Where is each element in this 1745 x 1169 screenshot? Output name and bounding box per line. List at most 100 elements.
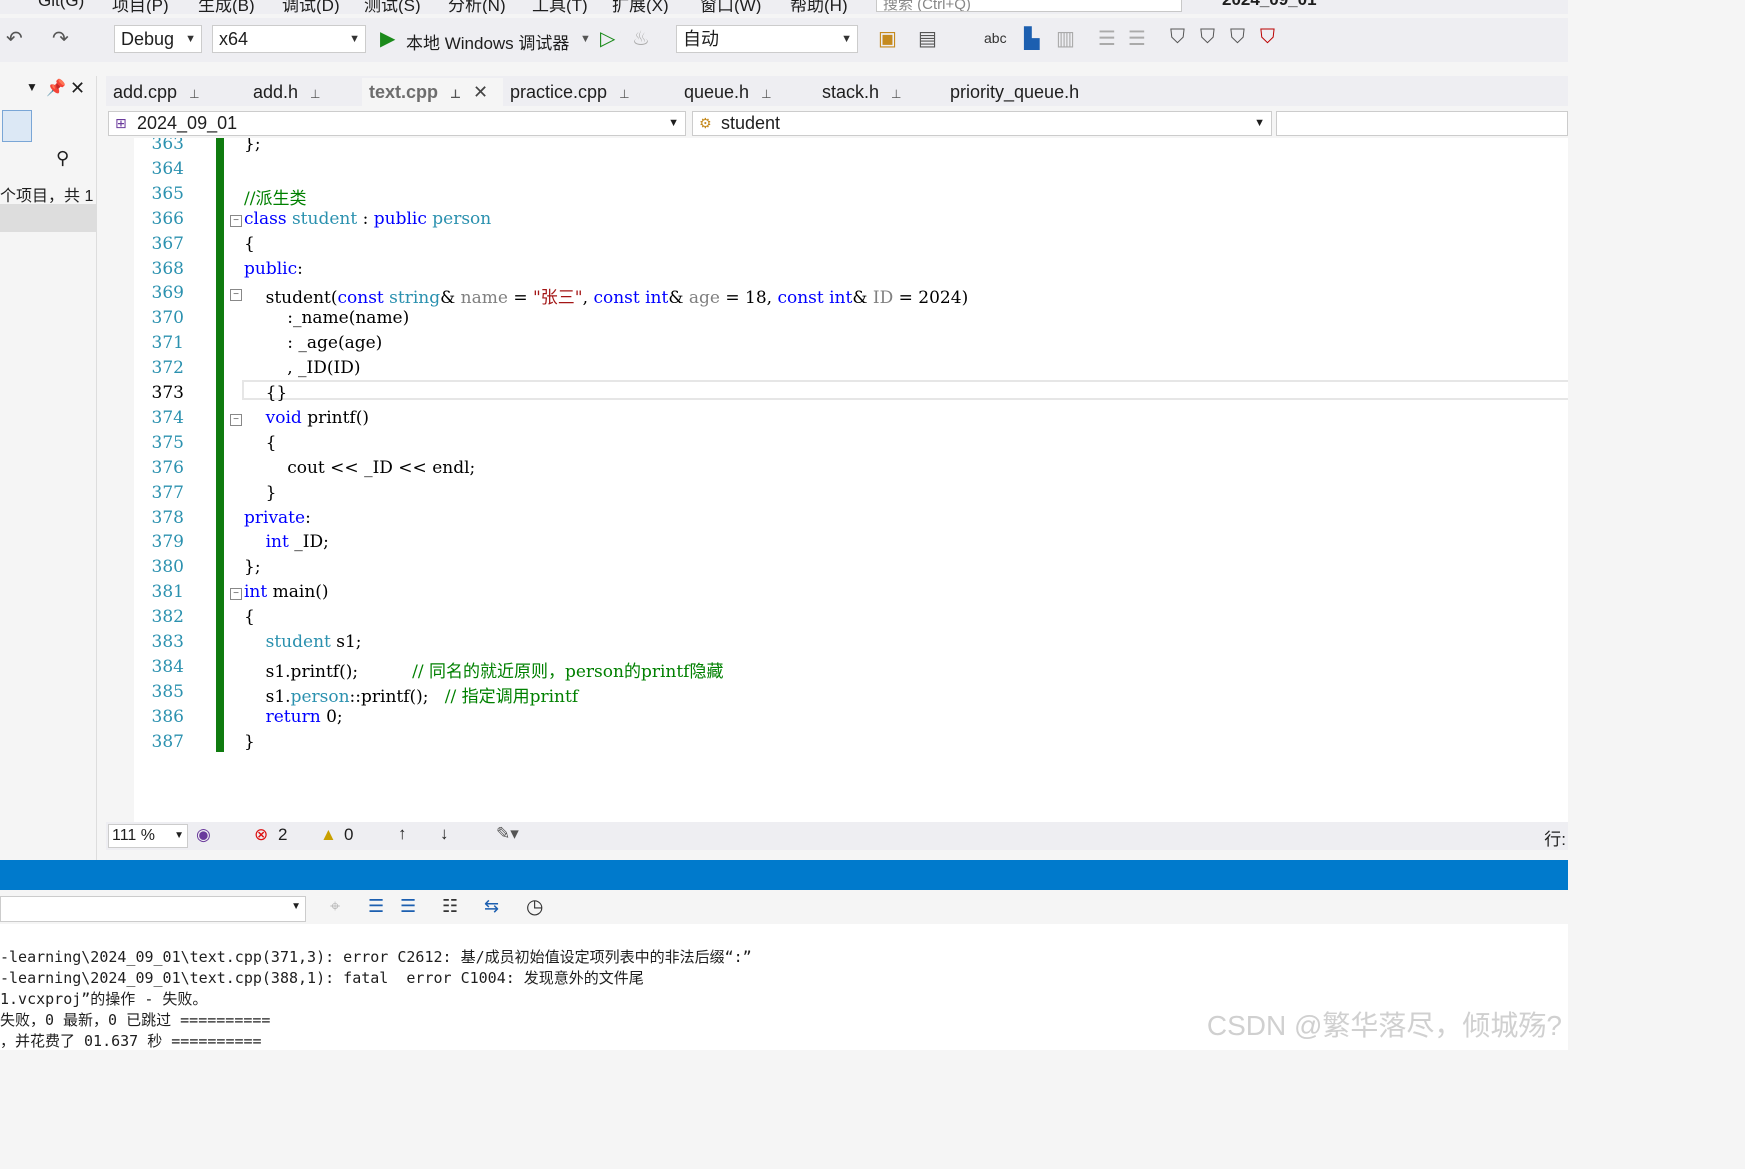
run-icon[interactable]: ▶ bbox=[380, 26, 395, 51]
pin-icon[interactable]: ⊥ bbox=[761, 87, 771, 101]
panel-menu-icon[interactable]: ▼ bbox=[26, 80, 38, 94]
menu-item[interactable]: 分析(N) bbox=[448, 0, 506, 14]
code-line[interactable]: }; bbox=[244, 557, 261, 577]
code-line[interactable]: : _age(age) bbox=[244, 333, 382, 353]
code-line[interactable]: {} bbox=[244, 383, 288, 403]
code-line[interactable]: }; bbox=[244, 138, 261, 154]
collapse-icon[interactable]: − bbox=[230, 588, 242, 601]
menu-item[interactable]: 帮助(H) bbox=[790, 0, 848, 14]
code-line[interactable]: class student : public person bbox=[244, 209, 491, 229]
bookmark-prev-icon[interactable]: ⛉ bbox=[1200, 26, 1215, 49]
code-line[interactable]: :_name(name) bbox=[244, 308, 409, 328]
menu-item[interactable]: 调试(D) bbox=[282, 0, 340, 14]
error-icon[interactable]: ⊗ bbox=[254, 825, 268, 845]
code-line[interactable]: public: bbox=[244, 259, 303, 279]
collapse-icon[interactable]: − bbox=[230, 289, 242, 302]
next-message-icon[interactable]: ☰ bbox=[400, 896, 416, 917]
menu-item[interactable]: 扩展(X) bbox=[612, 0, 669, 14]
member-select[interactable] bbox=[1276, 111, 1568, 136]
prev-message-icon[interactable]: ☰ bbox=[368, 896, 384, 917]
menu-item[interactable]: 项目(P) bbox=[112, 0, 169, 14]
project-select[interactable]: ⊞ 2024_09_01 ▼ bbox=[108, 111, 686, 136]
outdent-icon[interactable]: ☰ bbox=[1128, 26, 1146, 51]
auto-select[interactable]: 自动 ▼ bbox=[676, 25, 858, 53]
code-line[interactable]: return 0; bbox=[244, 707, 343, 727]
platform-select[interactable]: x64 ▼ bbox=[212, 25, 366, 53]
line-number: 368 bbox=[151, 258, 184, 279]
tab-practice-cpp[interactable]: practice.cpp ⊥ bbox=[503, 78, 630, 106]
collapse-icon[interactable]: − bbox=[230, 413, 242, 426]
bookmark-icon[interactable]: ⛉ bbox=[1170, 26, 1185, 49]
code-line[interactable]: void printf() bbox=[244, 408, 369, 428]
code-line[interactable]: s1.person::printf(); // 指定调用printf bbox=[244, 682, 579, 707]
redo-icon[interactable]: ↷ bbox=[52, 26, 69, 51]
code-line[interactable]: { bbox=[244, 607, 255, 627]
pin-icon[interactable]: 📌 bbox=[46, 78, 66, 98]
close-tab-icon[interactable]: ✕ bbox=[473, 82, 488, 102]
config-select[interactable]: Debug ▼ bbox=[114, 25, 202, 53]
menu-item[interactable]: Git(G) bbox=[38, 0, 84, 11]
find-message-icon[interactable]: ⌖ bbox=[330, 896, 340, 917]
run-dropdown-icon[interactable]: ▼ bbox=[580, 33, 591, 45]
tab-priority-queue-h[interactable]: priority_queue.h bbox=[943, 78, 1154, 106]
cleanup-icon[interactable]: ✎▾ bbox=[496, 824, 519, 844]
code-line[interactable]: , _ID(ID) bbox=[244, 358, 360, 378]
code-line[interactable]: int _ID; bbox=[244, 532, 329, 552]
pin-icon[interactable]: ⊥ bbox=[891, 87, 901, 101]
code-line[interactable]: int main() bbox=[244, 582, 329, 602]
warning-icon[interactable]: ▲ bbox=[320, 825, 337, 845]
code-editor[interactable]: 363}; 364 365 //派生类 366 class student : publi… bbox=[106, 138, 1568, 822]
pin-icon[interactable]: ⊥ bbox=[450, 87, 461, 101]
clock-icon[interactable]: ◷ bbox=[526, 894, 543, 919]
pin-icon[interactable]: ⊥ bbox=[310, 87, 320, 101]
output-source-select[interactable]: ▼ bbox=[0, 896, 306, 922]
tab-text-cpp[interactable]: text.cpp ⊥ ✕ bbox=[362, 78, 503, 106]
close-panel-icon[interactable]: ✕ bbox=[70, 78, 85, 99]
folder-icon[interactable]: ▣ bbox=[878, 26, 897, 51]
zoom-select[interactable]: 111 % ▼ bbox=[108, 824, 188, 848]
previous-issue-icon[interactable]: ↑ bbox=[398, 824, 407, 844]
panel-search-icon[interactable]: ⚲ bbox=[56, 148, 69, 169]
health-icon[interactable]: ◉ bbox=[196, 825, 211, 845]
search-input[interactable]: 搜索 (Ctrl+Q) bbox=[876, 0, 1182, 12]
code-line[interactable]: student(const string& name = "张三", const… bbox=[244, 283, 969, 308]
next-issue-icon[interactable]: ↓ bbox=[440, 824, 449, 844]
tab-add-cpp[interactable]: add.cpp ⊥ bbox=[106, 78, 200, 106]
clear-all-icon[interactable]: ☷ bbox=[442, 896, 458, 917]
code-line[interactable]: { bbox=[244, 234, 255, 254]
code-line[interactable]: } bbox=[244, 732, 255, 752]
word-wrap-icon[interactable]: ⇆ bbox=[484, 896, 499, 917]
tab-stack-h[interactable]: stack.h ⊥ bbox=[815, 78, 901, 106]
run-button-label[interactable]: 本地 Windows 调试器 bbox=[406, 29, 569, 54]
undo-icon[interactable]: ↶ bbox=[6, 26, 23, 51]
comment-icon[interactable]: ▙ bbox=[1024, 26, 1039, 51]
menu-item[interactable]: 窗口(W) bbox=[700, 0, 761, 14]
window-icon[interactable]: ▤ bbox=[918, 26, 937, 51]
code-line[interactable]: student s1; bbox=[244, 632, 362, 652]
code-line[interactable]: s1.printf(); // 同名的就近原则，person的printf隐藏 bbox=[244, 657, 724, 682]
tab-add-h[interactable]: add.h ⊥ bbox=[246, 78, 321, 106]
code-line[interactable]: private: bbox=[244, 508, 311, 528]
line-number: 379 bbox=[151, 532, 184, 553]
indent-icon[interactable]: ☰ bbox=[1098, 26, 1116, 51]
hot-reload-icon[interactable]: ♨ bbox=[632, 26, 650, 51]
scope-select[interactable]: ⚙ student ▼ bbox=[692, 111, 1272, 136]
pin-icon[interactable]: ⊥ bbox=[619, 87, 629, 101]
code-line[interactable]: } bbox=[244, 483, 277, 503]
code-line[interactable]: cout << _ID << endl; bbox=[244, 458, 475, 478]
panel-selected-row[interactable] bbox=[0, 204, 96, 232]
bookmark-next-icon[interactable]: ⛉ bbox=[1230, 26, 1245, 49]
menu-item[interactable]: 测试(S) bbox=[364, 0, 421, 14]
spellcheck-icon[interactable]: abc bbox=[984, 30, 1007, 46]
collapse-icon[interactable]: − bbox=[230, 214, 242, 227]
code-line[interactable]: { bbox=[244, 433, 277, 453]
tab-queue-h[interactable]: queue.h ⊥ bbox=[677, 78, 772, 106]
uncomment-icon[interactable]: ▥ bbox=[1056, 26, 1075, 51]
sync-icon[interactable] bbox=[2, 110, 32, 142]
code-line[interactable]: //派生类 bbox=[244, 184, 306, 209]
run-without-debug-icon[interactable]: ▷ bbox=[600, 26, 615, 51]
menu-item[interactable]: 工具(T) bbox=[532, 0, 588, 14]
pin-icon[interactable]: ⊥ bbox=[189, 87, 199, 101]
menu-item[interactable]: 生成(B) bbox=[198, 0, 255, 14]
bookmark-clear-icon[interactable]: ⛉ bbox=[1260, 26, 1275, 49]
